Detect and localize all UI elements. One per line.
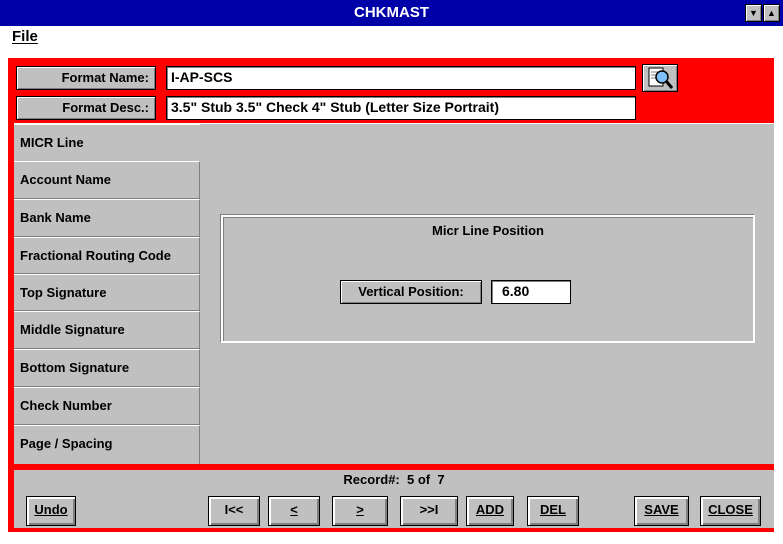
- next-record-button[interactable]: >: [332, 496, 388, 526]
- format-name-field[interactable]: I-AP-SCS: [166, 66, 636, 90]
- menu-file-label: File: [12, 28, 38, 45]
- tab-bank-name[interactable]: Bank Name: [14, 199, 200, 237]
- format-desc-label: Format Desc.:: [16, 96, 156, 120]
- tab-label: Account Name: [20, 172, 112, 187]
- last-record-button[interactable]: >>I: [400, 496, 458, 526]
- chevron-down-icon: ▼: [749, 8, 758, 18]
- tab-label: Bottom Signature: [20, 360, 130, 375]
- record-indicator: Record#: 5 of 7: [14, 472, 774, 487]
- tab-label: Top Signature: [20, 285, 107, 300]
- undo-label: Undo: [34, 502, 68, 517]
- tab-bottom-signature[interactable]: Bottom Signature: [14, 349, 200, 387]
- save-label: SAVE: [644, 502, 679, 517]
- vertical-position-input[interactable]: 6.80: [491, 280, 571, 304]
- record-label: Record#:: [343, 472, 400, 487]
- previous-record-button[interactable]: <: [268, 496, 320, 526]
- micr-position-title: Micr Line Position: [432, 223, 544, 238]
- tab-label: Check Number: [20, 398, 112, 413]
- tab-label: Page / Spacing: [20, 436, 113, 451]
- add-label: ADD: [475, 502, 505, 517]
- tab-fractional-routing-code[interactable]: Fractional Routing Code: [14, 237, 200, 274]
- first-label: I<<: [224, 502, 244, 517]
- chevron-up-icon: ▲: [767, 8, 776, 18]
- del-label: DEL: [540, 502, 566, 517]
- delete-button[interactable]: DEL: [527, 496, 579, 526]
- tab-check-number[interactable]: Check Number: [14, 387, 200, 425]
- tab-micr-line[interactable]: MICR Line: [14, 124, 200, 161]
- micr-position-group: Micr Line Position: [221, 215, 755, 343]
- last-label: >>I: [419, 502, 439, 517]
- undo-button[interactable]: Undo: [26, 496, 76, 526]
- maximize-button[interactable]: ▲: [763, 4, 780, 22]
- format-name-label: Format Name:: [16, 66, 156, 90]
- magnifier-icon: [648, 67, 674, 89]
- vertical-position-label: Vertical Position:: [340, 280, 482, 304]
- menu-file[interactable]: File: [12, 28, 38, 45]
- close-label: CLOSE: [708, 502, 753, 517]
- tab-top-signature[interactable]: Top Signature: [14, 274, 200, 311]
- tab-middle-signature[interactable]: Middle Signature: [14, 311, 200, 349]
- prev-label: <: [290, 502, 298, 517]
- window-title: CHKMAST: [354, 4, 429, 21]
- add-button[interactable]: ADD: [466, 496, 514, 526]
- format-desc-field[interactable]: 3.5" Stub 3.5" Check 4" Stub (Letter Siz…: [166, 96, 636, 120]
- window-titlebar: CHKMAST: [0, 0, 783, 26]
- tab-account-name[interactable]: Account Name: [14, 161, 200, 199]
- next-label: >: [356, 502, 364, 517]
- menu-bar: File: [0, 26, 783, 48]
- tab-label: Fractional Routing Code: [20, 248, 171, 263]
- tab-label: MICR Line: [20, 135, 84, 150]
- tab-page-spacing[interactable]: Page / Spacing: [14, 425, 200, 464]
- tab-label: Middle Signature: [20, 322, 125, 337]
- minimize-button[interactable]: ▼: [745, 4, 762, 22]
- tab-label: Bank Name: [20, 210, 91, 225]
- first-record-button[interactable]: I<<: [208, 496, 260, 526]
- lookup-button[interactable]: [642, 64, 678, 92]
- save-button[interactable]: SAVE: [634, 496, 689, 526]
- close-button[interactable]: CLOSE: [700, 496, 761, 526]
- record-count: 5 of 7: [407, 472, 445, 487]
